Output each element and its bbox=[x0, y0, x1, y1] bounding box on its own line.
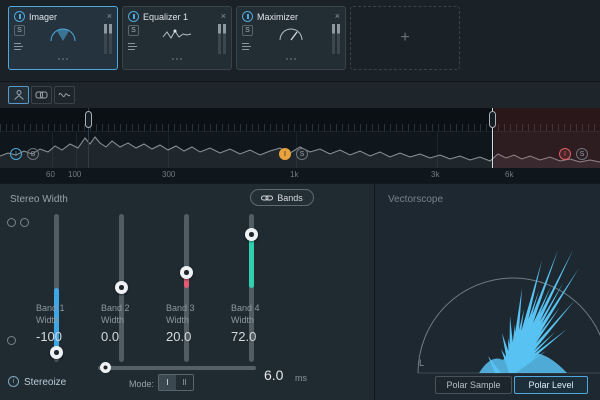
tool-button-wave[interactable] bbox=[54, 86, 75, 104]
close-icon[interactable]: × bbox=[335, 12, 340, 21]
info-icon[interactable]: i bbox=[8, 376, 19, 387]
module-title: Equalizer 1 bbox=[143, 12, 217, 22]
band-1-value[interactable]: -100 bbox=[36, 329, 98, 344]
module-title: Maximizer bbox=[257, 12, 331, 22]
mode-2-button[interactable]: II bbox=[176, 375, 193, 390]
add-module-button[interactable]: + bbox=[350, 6, 460, 70]
band-4-mute-button[interactable]: I bbox=[559, 148, 571, 160]
band-3-label: Band 3 bbox=[166, 302, 228, 314]
maximizer-module-icon bbox=[277, 27, 305, 42]
crossover-handle-1[interactable] bbox=[85, 111, 92, 128]
power-icon[interactable] bbox=[242, 11, 253, 22]
power-icon[interactable] bbox=[14, 11, 25, 22]
imager-module-icon bbox=[48, 27, 78, 43]
close-icon[interactable]: × bbox=[107, 12, 112, 21]
shapes-icon bbox=[35, 89, 48, 101]
drag-grip-icon[interactable] bbox=[172, 58, 174, 60]
polar-level-button[interactable]: Polar Level bbox=[514, 376, 588, 394]
freq-label: 300 bbox=[162, 170, 175, 179]
tool-button-shapes[interactable] bbox=[31, 86, 52, 104]
band-4-value[interactable]: 72.0 bbox=[231, 329, 293, 344]
band-2-width-handle[interactable] bbox=[115, 281, 128, 294]
stereo-width-panel: Stereo Width Bands Band 1 Width -100 Ban… bbox=[0, 184, 375, 400]
level-meters bbox=[332, 24, 340, 54]
plus-icon: + bbox=[400, 29, 409, 47]
band-1-label: Band 1 bbox=[36, 302, 98, 314]
band-1-solo-button[interactable]: S bbox=[27, 148, 39, 160]
wave-icon bbox=[58, 89, 71, 101]
band-3-width-handle[interactable] bbox=[180, 266, 193, 279]
band-4-param: Width bbox=[231, 314, 293, 326]
spectrum-display: I S I S I S 60 100 300 1k 3k 6k bbox=[0, 108, 600, 184]
solo-button[interactable]: S bbox=[14, 25, 25, 36]
crossover-handle-2[interactable] bbox=[489, 111, 496, 128]
level-meters bbox=[218, 24, 226, 54]
figure-icon bbox=[13, 89, 25, 101]
band-3-value[interactable]: 20.0 bbox=[166, 329, 228, 344]
band-3-param: Width bbox=[166, 314, 228, 326]
stereoize-mode-switch: I II bbox=[158, 374, 194, 391]
freq-label: 6k bbox=[505, 170, 513, 179]
toggle-circle-3[interactable] bbox=[7, 336, 16, 345]
band-3-solo-button[interactable]: S bbox=[296, 148, 308, 160]
polar-sample-button[interactable]: Polar Sample bbox=[435, 376, 512, 394]
stereoize-amount-handle[interactable] bbox=[100, 362, 111, 373]
display-toolbar bbox=[0, 83, 600, 108]
band-4-width-fill bbox=[249, 235, 254, 288]
menu-icon[interactable] bbox=[14, 42, 24, 51]
module-card-maximizer[interactable]: Maximizer × S bbox=[236, 6, 346, 70]
freq-label: 3k bbox=[431, 170, 439, 179]
delay-value[interactable]: 6.0 bbox=[264, 367, 283, 383]
menu-icon[interactable] bbox=[128, 42, 138, 51]
solo-button[interactable]: S bbox=[242, 25, 253, 36]
module-card-imager[interactable]: Imager × S bbox=[8, 6, 118, 70]
ozone-imager-window: Imager × S Equalizer 1 × S bbox=[0, 0, 600, 400]
vectorscope-display bbox=[375, 184, 600, 400]
band-4-width-handle[interactable] bbox=[245, 228, 258, 241]
freq-label: 100 bbox=[68, 170, 81, 179]
drag-grip-icon[interactable] bbox=[58, 58, 60, 60]
bands-button-label: Bands bbox=[277, 193, 303, 203]
toggle-circle-1[interactable] bbox=[7, 218, 16, 227]
drag-grip-icon[interactable] bbox=[286, 58, 288, 60]
vectorscope-panel: Vectorscope L Polar Sample Polar Level bbox=[375, 184, 600, 400]
delay-unit: ms bbox=[295, 373, 307, 383]
panel-title: Stereo Width bbox=[10, 194, 68, 205]
menu-icon[interactable] bbox=[242, 42, 252, 51]
tool-button-figure[interactable] bbox=[8, 86, 29, 104]
module-card-equalizer[interactable]: Equalizer 1 × S bbox=[122, 6, 232, 70]
stereoize-label[interactable]: Stereoize bbox=[24, 377, 66, 388]
module-title: Imager bbox=[29, 12, 103, 22]
band-2-param: Width bbox=[101, 314, 163, 326]
module-chain: Imager × S Equalizer 1 × S bbox=[0, 0, 600, 82]
vectorscope-title: Vectorscope bbox=[388, 194, 443, 205]
link-icon bbox=[261, 194, 273, 202]
level-meters bbox=[104, 24, 112, 54]
band-2-label: Band 2 bbox=[101, 302, 163, 314]
freq-label: 1k bbox=[290, 170, 298, 179]
close-icon[interactable]: × bbox=[221, 12, 226, 21]
power-icon[interactable] bbox=[128, 11, 139, 22]
mode-label: Mode: bbox=[129, 379, 154, 389]
equalizer-module-icon bbox=[162, 27, 192, 42]
mode-1-button[interactable]: I bbox=[159, 375, 176, 390]
band-4-label: Band 4 bbox=[231, 302, 293, 314]
stereoize-amount-slider[interactable] bbox=[98, 366, 256, 370]
solo-button[interactable]: S bbox=[128, 25, 139, 36]
toggle-circle-2[interactable] bbox=[20, 218, 29, 227]
band-3-mute-button[interactable]: I bbox=[279, 148, 291, 160]
freq-label: 60 bbox=[46, 170, 55, 179]
band-1-mute-button[interactable]: I bbox=[10, 148, 22, 160]
band-4-solo-button[interactable]: S bbox=[576, 148, 588, 160]
band-1-param: Width bbox=[36, 314, 98, 326]
channel-left-label: L bbox=[419, 358, 424, 368]
band-2-value[interactable]: 0.0 bbox=[101, 329, 163, 344]
bands-button[interactable]: Bands bbox=[250, 189, 314, 206]
band-1-width-handle[interactable] bbox=[50, 346, 63, 359]
